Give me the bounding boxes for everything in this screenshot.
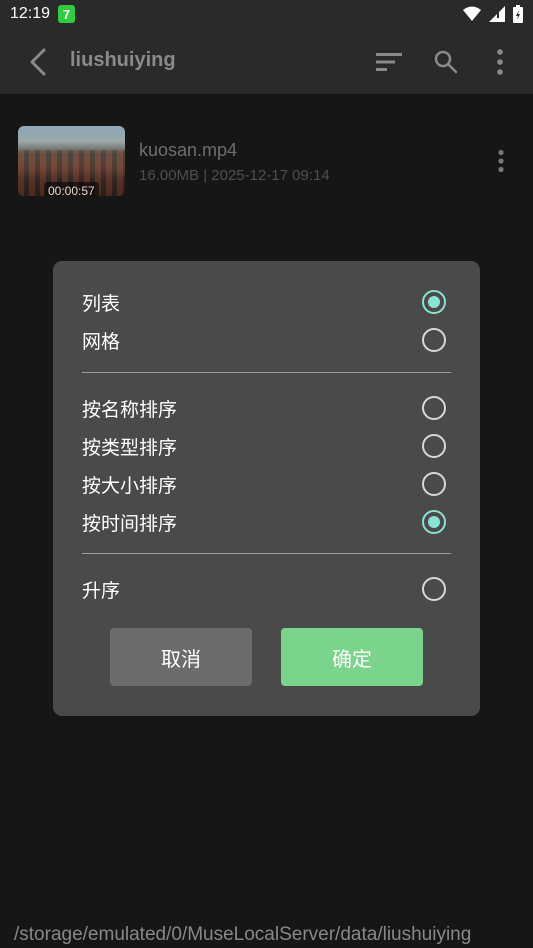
wifi-icon xyxy=(463,6,481,21)
option-label: 列表 xyxy=(82,293,121,315)
file-name: kuosan.mp4 xyxy=(139,140,238,160)
divider xyxy=(82,372,451,373)
radio-grid-view[interactable] xyxy=(422,328,446,352)
radio-sort-by-type[interactable] xyxy=(422,434,446,458)
battery-icon xyxy=(513,5,523,23)
back-arrow-icon[interactable] xyxy=(24,46,56,78)
video-duration: 00:00:57 xyxy=(44,182,99,196)
option-label: 网格 xyxy=(82,331,121,353)
confirm-button[interactable]: 确定 xyxy=(281,628,423,686)
option-label: 按名称排序 xyxy=(82,399,178,421)
sort-icon[interactable] xyxy=(373,46,405,78)
sort-view-dialog: 列表 网格 按名称排序 按类型排序 按大小排序 按时间排序 升序 取消 确定 xyxy=(53,261,480,716)
file-meta: 16.00MB | 2025-12-17 09:14 xyxy=(139,167,330,184)
status-icons xyxy=(463,5,523,23)
cell-signal-icon xyxy=(489,6,505,22)
option-sort-by-size[interactable]: 按大小排序 xyxy=(82,464,450,502)
search-icon[interactable] xyxy=(430,46,462,78)
page-title: liushuiying xyxy=(70,49,176,71)
option-grid-view[interactable]: 网格 xyxy=(82,320,450,358)
option-list-view[interactable]: 列表 xyxy=(82,282,450,320)
radio-sort-by-time[interactable] xyxy=(422,510,446,534)
status-bar: 12:19 7 xyxy=(0,0,533,30)
option-sort-by-type[interactable]: 按类型排序 xyxy=(82,426,450,464)
more-vert-icon[interactable] xyxy=(484,46,516,78)
cancel-button[interactable]: 取消 xyxy=(110,628,252,686)
option-label: 按大小排序 xyxy=(82,475,178,497)
status-time: 12:19 xyxy=(10,5,51,22)
radio-sort-by-size[interactable] xyxy=(422,472,446,496)
file-list-item[interactable]: 00:00:57 kuosan.mp4 16.00MB | 2025-12-17… xyxy=(0,118,533,204)
option-sort-by-time[interactable]: 按时间排序 xyxy=(82,502,450,540)
current-path: /storage/emulated/0/MuseLocalServer/data… xyxy=(14,924,472,945)
item-more-icon[interactable] xyxy=(488,148,514,174)
radio-sort-by-name[interactable] xyxy=(422,396,446,420)
video-thumbnail: 00:00:57 xyxy=(18,126,125,196)
option-sort-by-name[interactable]: 按名称排序 xyxy=(82,388,450,426)
notification-badge: 7 xyxy=(58,5,75,23)
option-label: 按类型排序 xyxy=(82,437,178,459)
radio-ascending[interactable] xyxy=(422,577,446,601)
app-bar: liushuiying xyxy=(0,30,533,94)
option-label: 升序 xyxy=(82,580,121,602)
radio-list-view[interactable] xyxy=(422,290,446,314)
divider xyxy=(82,553,451,554)
option-ascending[interactable]: 升序 xyxy=(82,569,450,607)
option-label: 按时间排序 xyxy=(82,513,178,535)
